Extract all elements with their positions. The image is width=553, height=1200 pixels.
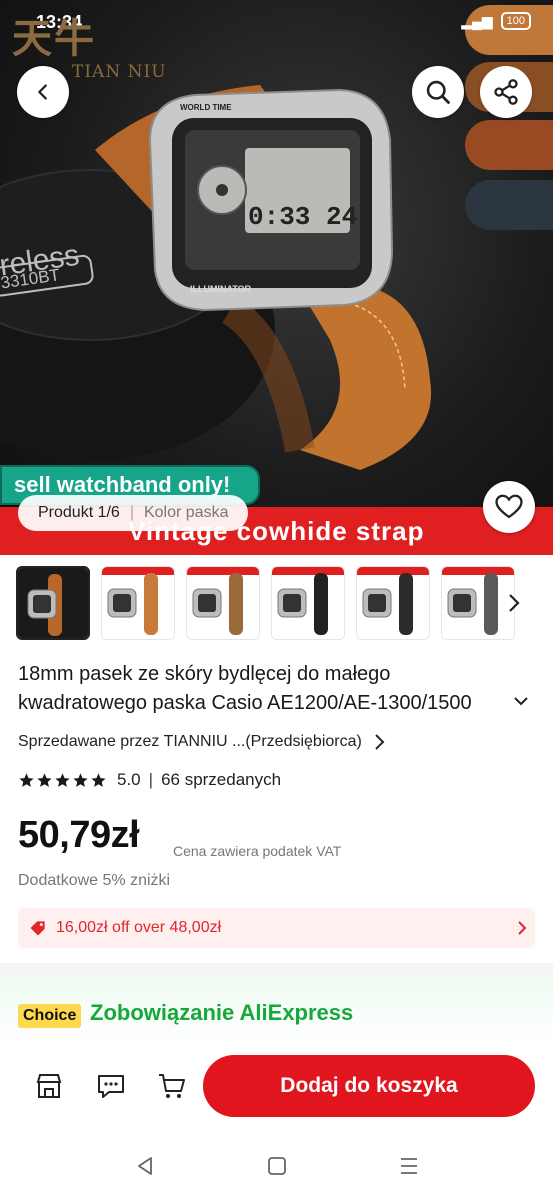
thumbnail-image — [357, 567, 429, 639]
chat-icon[interactable] — [95, 1070, 127, 1102]
watch-world-time-label: WORLD TIME — [180, 103, 232, 112]
rating-stars — [18, 772, 107, 789]
thumbnail-1[interactable] — [16, 566, 90, 640]
status-icons: ▂▄▆ 100 — [461, 12, 531, 30]
chevron-right-icon — [375, 734, 385, 750]
favorite-button[interactable] — [483, 481, 535, 533]
brand-logo-english: TIAN NIU — [72, 62, 167, 82]
star-icon — [73, 772, 88, 787]
product-image-gallery[interactable]: reless 3310BT 0:33 24 WORLD TIME ILLUMIN… — [0, 0, 553, 555]
chevron-right-icon — [518, 921, 527, 935]
thumbnail-2[interactable] — [101, 566, 175, 640]
star-icon — [55, 772, 70, 787]
pill-divider: | — [129, 504, 134, 521]
price: 50,79zł — [18, 814, 140, 856]
back-icon — [38, 84, 47, 100]
search-button[interactable] — [412, 66, 464, 118]
add-to-cart-button[interactable]: Dodaj do koszyka — [203, 1055, 535, 1117]
brand-logo-chinese: 天牛 — [12, 15, 96, 62]
extra-discount-note: Dodatkowe 5% zniżki — [18, 872, 171, 889]
battery-icon: 100 — [500, 12, 531, 30]
rating-row[interactable]: 5.0 | 66 sprzedanych — [18, 770, 281, 790]
product-title: 18mm pasek ze skóry bydlęcej do małego k… — [18, 663, 472, 714]
nav-back-icon[interactable] — [133, 1154, 157, 1178]
watch-illuminator-label: ILLUMINATOR — [190, 284, 252, 294]
thumbnail-image — [187, 567, 259, 639]
search-icon — [426, 80, 450, 104]
chevron-down-icon[interactable] — [512, 692, 530, 710]
nav-recents-icon[interactable] — [397, 1154, 421, 1178]
back-button[interactable] — [17, 66, 69, 118]
thumbnail-4[interactable] — [271, 566, 345, 640]
coupon-banner[interactable]: 16,00zł off over 48,00zł — [18, 908, 535, 948]
star-icon — [37, 772, 52, 787]
thumbnail-6[interactable] — [441, 566, 515, 640]
strap-color-label: Kolor paska — [143, 504, 229, 521]
heart-icon — [495, 494, 523, 519]
cart-icon[interactable] — [156, 1070, 188, 1102]
thumbnail-3[interactable] — [186, 566, 260, 640]
star-icon — [91, 772, 106, 787]
star-icon — [19, 772, 34, 787]
image-counter: Produkt 1/6 — [38, 504, 120, 521]
thumbnail-next-icon[interactable] — [505, 592, 523, 614]
seller-name: Sprzedawane przez TIANNIU ...(Przedsiębi… — [18, 733, 362, 750]
choice-commitment-text[interactable]: Zobowiązanie AliExpress — [90, 1000, 353, 1026]
watch-display-time: 0:33 24 — [248, 202, 357, 232]
nav-home-icon[interactable] — [265, 1154, 289, 1178]
signal-icon: ▂▄▆ — [461, 12, 493, 29]
thumbnail-strip[interactable] — [16, 566, 546, 642]
thumbnail-image — [272, 567, 344, 639]
vat-note: Cena zawiera podatek VAT — [173, 843, 342, 859]
thumbnail-image — [18, 568, 88, 638]
share-button[interactable] — [480, 66, 532, 118]
image-counter-pill[interactable]: Produkt 1/6 | Kolor paska — [18, 495, 249, 531]
coupon-tag-icon — [30, 921, 45, 936]
rating-value: 5.0 — [117, 770, 141, 789]
coupon-text: 16,00zł off over 48,00zł — [56, 919, 222, 936]
seller-link[interactable]: Sprzedawane przez TIANNIU ...(Przedsiębi… — [18, 733, 388, 751]
thumbnail-5[interactable] — [356, 566, 430, 640]
rating-divider: | — [148, 770, 154, 789]
store-icon[interactable] — [33, 1070, 65, 1102]
section-divider — [0, 963, 553, 975]
share-icon — [494, 79, 518, 105]
sold-count: 66 sprzedanych — [161, 770, 282, 789]
choice-badge: Choice — [18, 1004, 82, 1028]
thumbnail-image — [102, 567, 174, 639]
